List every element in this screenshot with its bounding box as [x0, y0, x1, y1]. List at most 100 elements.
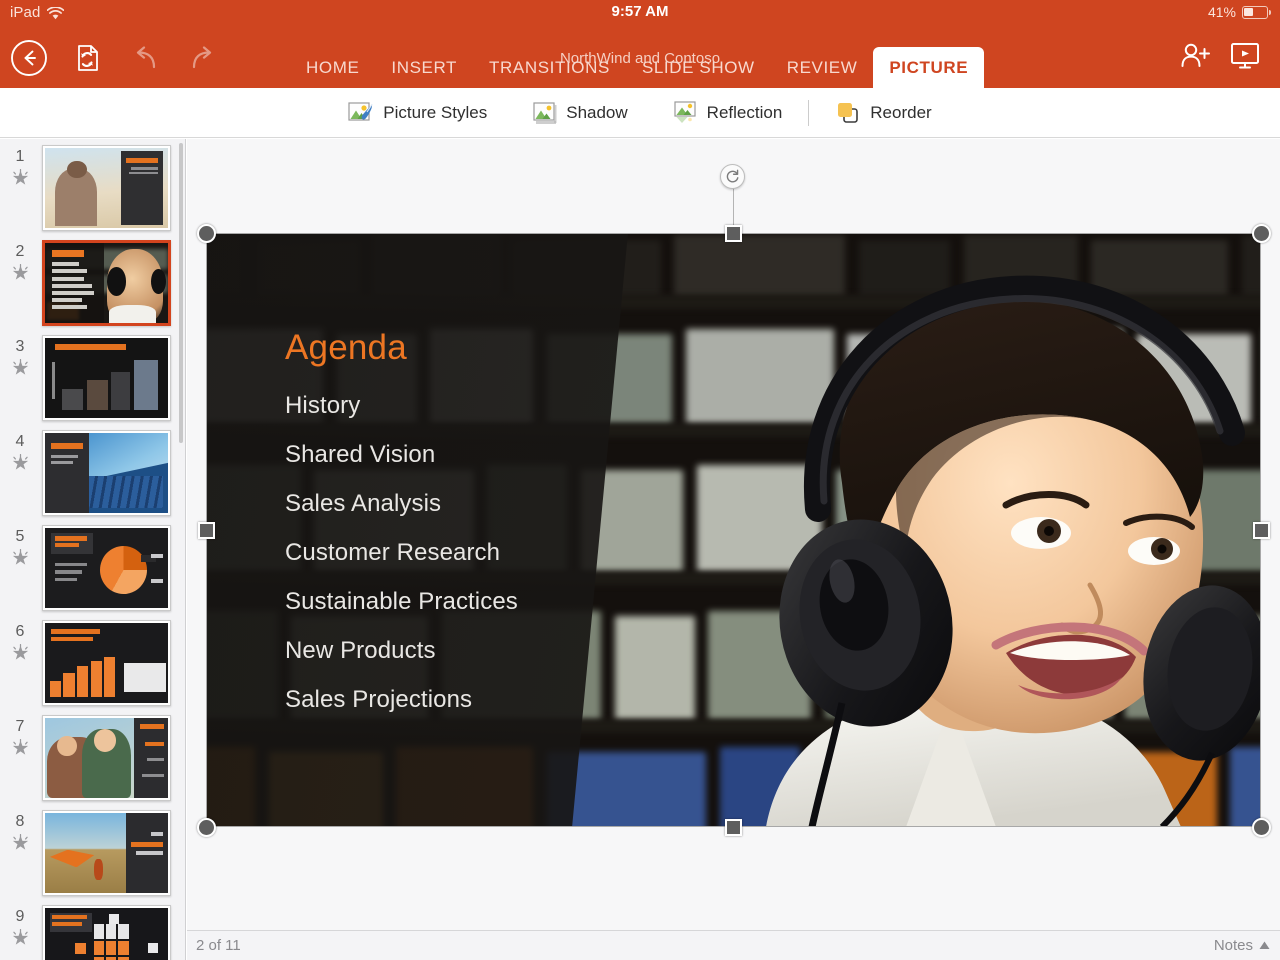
tab-slide-show[interactable]: SLIDE SHOW [626, 48, 771, 88]
slide-thumbnail-item[interactable]: 9 [0, 905, 185, 960]
toolbar-picture-styles-button[interactable]: Picture Styles [326, 93, 509, 133]
tab-picture[interactable]: PICTURE [873, 47, 984, 88]
thumbnail-number: 1 [0, 147, 40, 167]
toolbar-item-label: Shadow [566, 103, 627, 123]
transition-star-icon[interactable] [0, 454, 40, 478]
thumbnail-scrollbar[interactable] [179, 143, 183, 443]
resize-handle-top-left[interactable] [197, 224, 216, 243]
slide-thumbnail[interactable] [42, 810, 171, 896]
slide-canvas-area[interactable]: Agenda HistoryShared VisionSales Analysi… [187, 139, 1280, 930]
share-person-add-icon[interactable] [1178, 41, 1214, 76]
thumbnail-number: 9 [0, 907, 40, 927]
slide-bullet: Sales Projections [285, 686, 705, 714]
slide-text-block[interactable]: Agenda HistoryShared VisionSales Analysi… [285, 328, 705, 735]
status-footer: 2 of 11 Notes [187, 930, 1280, 960]
thumbnail-number: 2 [0, 242, 40, 262]
thumbnail-number: 7 [0, 717, 40, 737]
toolbar-item-label: Picture Styles [383, 103, 487, 123]
toolbar-item-label: Reorder [870, 103, 931, 123]
toolbar-reflection-button[interactable]: Reflection [650, 93, 805, 133]
slide-counter: 2 of 11 [196, 937, 241, 954]
transition-star-icon[interactable] [0, 264, 40, 288]
resize-handle-middle-left[interactable] [198, 522, 215, 539]
thumbnail-meta: 9 [0, 905, 40, 953]
picture-context-toolbar: Picture Styles Shadow Reflection Reorder [0, 88, 1280, 138]
thumbnail-meta: 1 [0, 145, 40, 193]
tab-insert[interactable]: INSERT [375, 48, 473, 88]
rotate-handle-icon[interactable] [720, 164, 745, 189]
redo-button[interactable] [174, 28, 232, 88]
thumbnail-meta: 2 [0, 240, 40, 288]
slide-bullet: Sustainable Practices [285, 588, 705, 616]
thumbnail-preview [45, 623, 168, 703]
slide-title: Agenda [285, 328, 705, 368]
notes-label: Notes [1214, 937, 1253, 954]
resize-handle-bottom-right[interactable] [1252, 818, 1271, 837]
slide-thumbnail[interactable] [42, 715, 171, 801]
resize-handle-middle-right[interactable] [1253, 522, 1270, 539]
tab-home[interactable]: HOME [290, 48, 375, 88]
thumbnail-preview [45, 813, 168, 893]
notes-toggle[interactable]: Notes [1214, 937, 1270, 954]
status-bar-center: 9:57 AM [0, 3, 1280, 20]
status-bar-right: 41% [1208, 4, 1268, 20]
transition-star-icon[interactable] [0, 549, 40, 573]
transition-star-icon[interactable] [0, 359, 40, 383]
battery-icon [1242, 6, 1268, 19]
transition-star-icon[interactable] [0, 644, 40, 668]
thumbnail-meta: 7 [0, 715, 40, 763]
slide-thumbnail-item[interactable]: 8 [0, 810, 185, 899]
thumbnail-meta: 5 [0, 525, 40, 573]
tab-review[interactable]: REVIEW [771, 48, 874, 88]
slide-thumbnail[interactable] [42, 620, 171, 706]
slide-thumbnail[interactable] [42, 905, 171, 960]
toolbar-reorder-button[interactable]: Reorder [813, 93, 953, 133]
slide-thumbnail-item[interactable]: 4 [0, 430, 185, 519]
slide-thumbnail[interactable] [42, 145, 171, 231]
thumbnail-number: 4 [0, 432, 40, 452]
tab-transitions[interactable]: TRANSITIONS [473, 48, 626, 88]
thumbnail-number: 5 [0, 527, 40, 547]
clock-time: 9:57 AM [0, 3, 1280, 20]
thumbnail-meta: 6 [0, 620, 40, 668]
slide-thumbnail[interactable] [42, 525, 171, 611]
undo-button[interactable] [116, 28, 174, 88]
ribbon-bar: NorthWind and Contoso [0, 28, 1280, 88]
present-slideshow-icon[interactable] [1228, 40, 1262, 77]
current-slide[interactable]: Agenda HistoryShared VisionSales Analysi… [206, 233, 1261, 827]
ribbon-tab-list: HOMEINSERTTRANSITIONSSLIDE SHOWREVIEWPIC… [290, 28, 984, 88]
slide-thumbnail-pane[interactable]: 1 2 [0, 139, 186, 960]
transition-star-icon[interactable] [0, 169, 40, 193]
slide-thumbnail[interactable] [42, 335, 171, 421]
slide-thumbnail-item[interactable]: 1 [0, 145, 185, 234]
slide-thumbnail-item[interactable]: 5 [0, 525, 185, 614]
file-sync-button[interactable] [58, 28, 116, 88]
slide-bullet: History [285, 392, 705, 420]
transition-star-icon[interactable] [0, 929, 40, 953]
slide-bullet: Sales Analysis [285, 490, 705, 518]
toolbar-shadow-button[interactable]: Shadow [509, 93, 649, 133]
slide-thumbnail-item[interactable]: 2 [0, 240, 185, 329]
reorder-icon [835, 101, 861, 125]
resize-handle-bottom-left[interactable] [197, 818, 216, 837]
thumbnail-preview [45, 528, 168, 608]
slide-thumbnail-selected[interactable] [42, 240, 171, 326]
slide-thumbnail-item[interactable]: 6 [0, 620, 185, 709]
thumbnail-meta: 8 [0, 810, 40, 858]
slide-thumbnail-list: 1 2 [0, 145, 185, 960]
transition-star-icon[interactable] [0, 739, 40, 763]
slide-thumbnail-item[interactable]: 7 [0, 715, 185, 804]
thumbnail-preview [45, 148, 168, 228]
thumbnail-meta: 4 [0, 430, 40, 478]
caret-up-icon [1259, 937, 1270, 954]
slide-thumbnail-item[interactable]: 3 [0, 335, 185, 424]
slide-thumbnail[interactable] [42, 430, 171, 516]
thumbnail-number: 3 [0, 337, 40, 357]
resize-handle-top-center[interactable] [725, 225, 742, 242]
resize-handle-bottom-center[interactable] [725, 819, 742, 836]
back-button[interactable] [0, 28, 58, 88]
thumbnail-preview [45, 908, 168, 960]
ios-status-bar: iPad 9:57 AM 41% [0, 0, 1280, 28]
transition-star-icon[interactable] [0, 834, 40, 858]
resize-handle-top-right[interactable] [1252, 224, 1271, 243]
